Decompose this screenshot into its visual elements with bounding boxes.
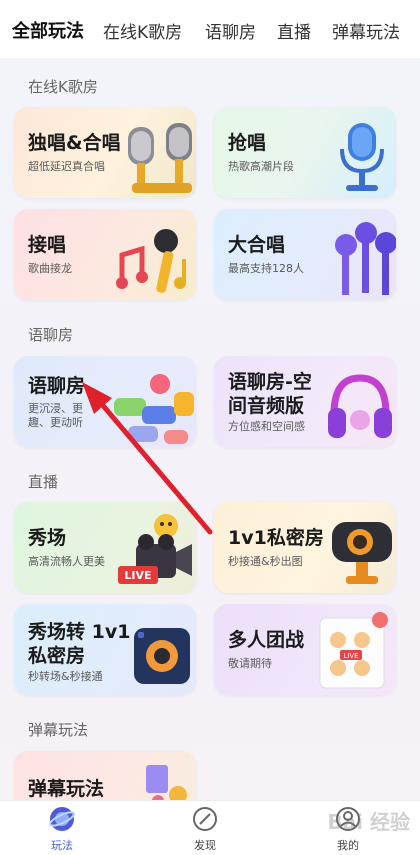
nav-discover[interactable]: 发现 (165, 801, 245, 855)
planet-icon (49, 807, 75, 831)
annotation-arrow (82, 382, 213, 535)
nav-label: 玩法 (51, 839, 73, 852)
nav-label: 发现 (194, 839, 216, 852)
compass-icon (193, 807, 217, 831)
nav-label: 我的 (337, 839, 359, 852)
nav-play[interactable]: 玩法 (22, 801, 102, 855)
watermark: Bai 经验 (327, 810, 410, 834)
